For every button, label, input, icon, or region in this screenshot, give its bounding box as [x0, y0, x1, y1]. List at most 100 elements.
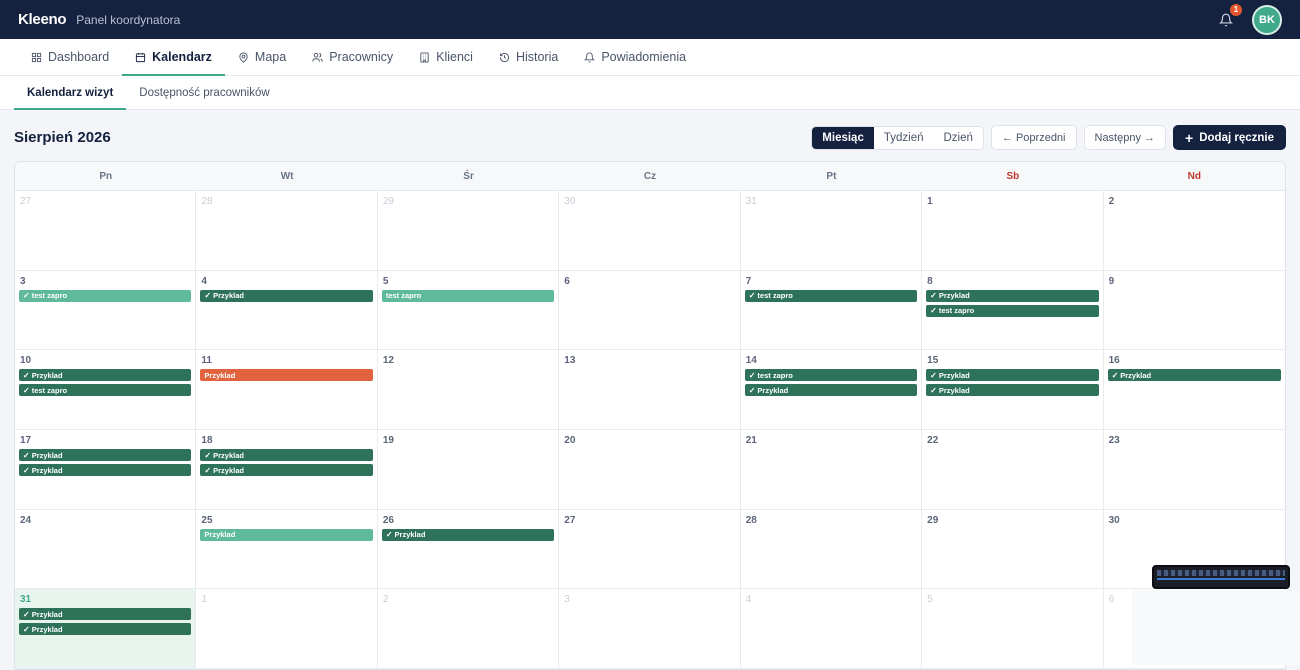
day-number: 7: [745, 275, 752, 287]
day-number: 20: [564, 435, 576, 447]
day-cell[interactable]: 14 ✓ test zapro ✓ Przyklad: [740, 350, 923, 431]
calendar-event[interactable]: ✓ Przyklad: [744, 384, 918, 397]
calendar-event[interactable]: Przyklad: [200, 369, 373, 382]
day-cell[interactable]: 9: [1103, 271, 1285, 351]
calendar-event[interactable]: ✓ Przyklad: [19, 369, 192, 382]
event-label: Przyklad: [31, 370, 63, 380]
day-number: 2: [1108, 196, 1115, 207]
day-cell[interactable]: 3 ✓ test zapro: [15, 270, 197, 351]
prev-button[interactable]: ← Poprzedni: [990, 125, 1077, 150]
notifications-button[interactable]: 1: [1216, 3, 1242, 30]
calendar-event[interactable]: Przyklad: [200, 528, 373, 541]
day-cell[interactable]: 12: [377, 350, 560, 431]
check-icon: ✓: [748, 370, 756, 380]
day-cell[interactable]: 25 Przyklad: [196, 509, 378, 590]
day-cell[interactable]: 17 ✓ Przyklad ✓ Przyklad: [15, 430, 197, 510]
day-number: 28: [201, 196, 213, 207]
calendar-event[interactable]: ✓ Przyklad: [200, 289, 373, 302]
brand-logo[interactable]: Kleeno: [18, 11, 67, 28]
nav-item-kalendarz[interactable]: Kalendarz: [122, 39, 225, 76]
day-cell[interactable]: 1: [922, 191, 1104, 271]
day-cell[interactable]: 13: [559, 350, 741, 431]
day-cell[interactable]: 28: [740, 509, 923, 590]
day-cell[interactable]: 31: [740, 191, 923, 271]
day-cell[interactable]: 8 ✓ Przyklad ✓ test zapro: [922, 270, 1104, 351]
tab-visit-calendar[interactable]: Kalendarz wizyt: [14, 76, 127, 110]
tab-staff-availability[interactable]: Dostępność pracowników: [126, 76, 282, 109]
calendar-event[interactable]: ✓ Przyklad: [200, 449, 373, 462]
day-cell[interactable]: 7 ✓ test zapro: [740, 270, 923, 351]
event-label: Przyklad: [31, 465, 63, 475]
check-icon: ✓: [23, 465, 30, 475]
view-month-button[interactable]: Miesiąc: [812, 126, 874, 149]
day-cell[interactable]: 2: [377, 589, 560, 670]
calendar-event[interactable]: ✓ Przyklad: [926, 384, 1099, 397]
event-label: Przyklad: [213, 291, 244, 301]
event-label: Przyklad: [31, 624, 63, 634]
nav-item-powiadomienia[interactable]: Powiadomienia: [571, 39, 699, 75]
view-week-button[interactable]: Tydzień: [874, 127, 934, 149]
weekday-label: Cz: [643, 170, 657, 182]
day-cell[interactable]: 6: [559, 270, 741, 351]
day-number: 25: [201, 514, 213, 526]
calendar-event[interactable]: ✓ Przyklad: [381, 528, 555, 541]
calendar-event[interactable]: ✓ Przyklad: [1107, 369, 1281, 382]
day-cell[interactable]: 3: [559, 589, 741, 670]
next-button[interactable]: Następny →: [1083, 125, 1167, 150]
calendar-event[interactable]: ✓ Przyklad: [19, 608, 192, 621]
day-cell[interactable]: 22: [922, 430, 1104, 510]
day-cell[interactable]: 29: [377, 191, 560, 271]
day-cell[interactable]: 20: [559, 430, 741, 510]
day-cell[interactable]: 21: [740, 430, 923, 510]
day-number: 26: [382, 514, 394, 526]
day-cell[interactable]: 1: [196, 589, 378, 670]
day-cell[interactable]: 28: [196, 191, 378, 271]
calendar-event[interactable]: ✓ test zapro: [19, 384, 192, 397]
nav-item-pracownicy[interactable]: Pracownicy: [299, 39, 406, 75]
calendar-event[interactable]: ✓ test zapro: [19, 289, 192, 302]
day-cell[interactable]: 19: [377, 430, 560, 510]
view-day-button[interactable]: Dzień: [934, 127, 983, 149]
day-cell[interactable]: 26 ✓ Przyklad: [377, 509, 560, 590]
nav-item-klienci[interactable]: Klienci: [406, 39, 486, 75]
day-cell[interactable]: 24: [15, 509, 197, 590]
check-icon: ✓: [23, 624, 30, 634]
user-avatar[interactable]: BK: [1252, 4, 1282, 35]
day-cell[interactable]: 18 ✓ Przyklad ✓ Przyklad: [196, 430, 378, 510]
notification-count-badge: 1: [1230, 3, 1242, 16]
day-cell[interactable]: 2: [1103, 191, 1285, 271]
day-cell[interactable]: 30: [559, 191, 741, 271]
add-manually-button[interactable]: + Dodaj ręcznie: [1173, 125, 1286, 150]
calendar-event[interactable]: ✓ Przyklad: [926, 289, 1099, 302]
day-cell-today[interactable]: 31 ✓ Przyklad ✓ Przyklad: [15, 589, 197, 670]
day-cell[interactable]: 27: [15, 191, 197, 271]
calendar-event[interactable]: ✓ test zapro: [744, 369, 918, 382]
day-cell[interactable]: 4 ✓ Przyklad: [196, 270, 378, 351]
day-number: 27: [20, 196, 32, 207]
day-cell[interactable]: 23: [1103, 430, 1285, 510]
calendar-event[interactable]: ✓ Przyklad: [200, 464, 373, 477]
calendar-event[interactable]: ✓ Przyklad: [19, 623, 192, 636]
nav-item-mapa[interactable]: Mapa: [225, 39, 299, 75]
nav-item-dashboard[interactable]: Dashboard: [18, 39, 122, 75]
day-cell[interactable]: 4: [740, 589, 923, 670]
day-cell[interactable]: 27: [559, 509, 741, 590]
day-number: 9: [1108, 275, 1115, 287]
calendar-event[interactable]: ✓ test zapro: [744, 289, 918, 302]
day-cell[interactable]: 5 test zapro: [377, 270, 560, 351]
day-number: 5: [927, 594, 933, 606]
calendar-event[interactable]: test zapro: [381, 289, 555, 302]
day-number: 5: [382, 275, 389, 287]
day-cell[interactable]: 11 Przyklad: [196, 350, 378, 431]
day-cell[interactable]: 10 ✓ Przyklad ✓ test zapro: [15, 350, 197, 431]
nav-item-historia[interactable]: Historia: [486, 39, 571, 75]
day-cell[interactable]: 5: [922, 589, 1104, 670]
day-cell[interactable]: 16 ✓ Przyklad: [1103, 350, 1285, 431]
users-icon: [312, 52, 323, 63]
day-cell[interactable]: 29: [922, 509, 1104, 590]
calendar-event[interactable]: ✓ Przyklad: [926, 369, 1099, 382]
calendar-event[interactable]: ✓ Przyklad: [19, 449, 192, 462]
calendar-event[interactable]: ✓ Przyklad: [19, 464, 192, 477]
calendar-event[interactable]: ✓ test zapro: [926, 304, 1099, 317]
day-cell[interactable]: 15 ✓ Przyklad ✓ Przyklad: [922, 350, 1104, 431]
